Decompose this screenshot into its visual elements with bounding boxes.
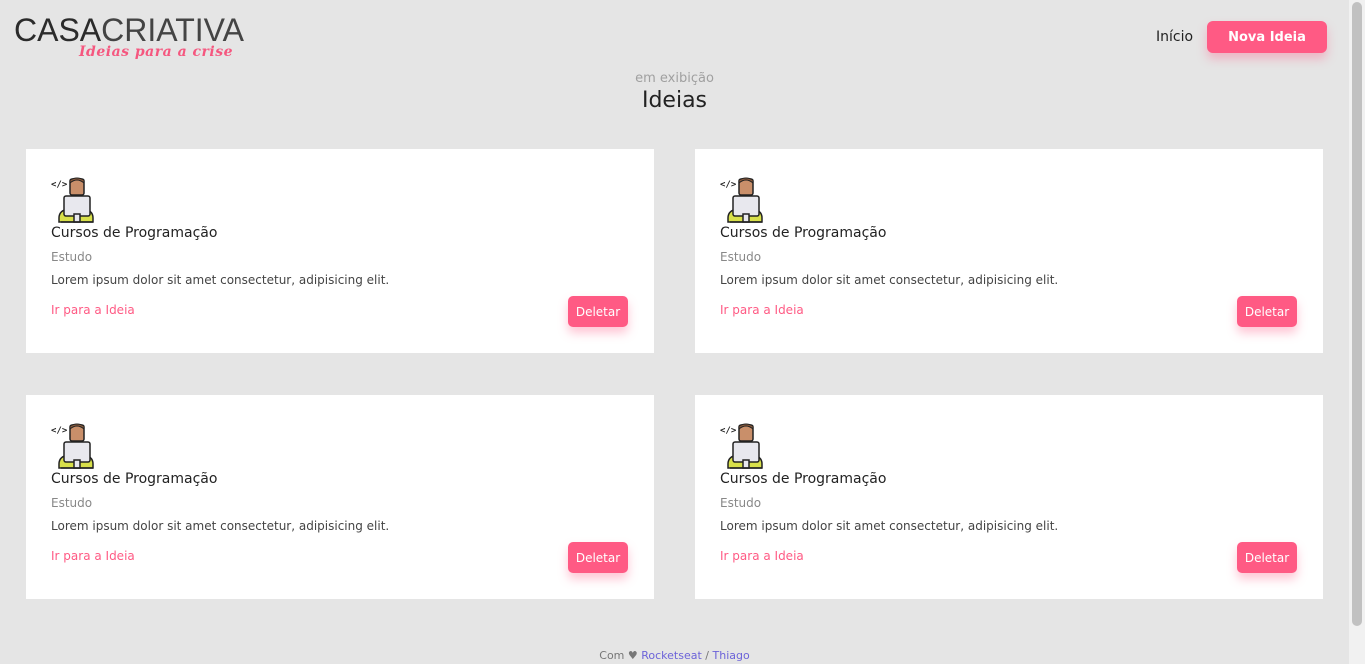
logo[interactable]: CASACRIATIVA Ideias para a crise (14, 12, 254, 62)
idea-description: Lorem ipsum dolor sit amet consectetur, … (720, 273, 1059, 287)
delete-button[interactable]: Deletar (568, 542, 628, 573)
idea-description: Lorem ipsum dolor sit amet consectetur, … (51, 273, 390, 287)
idea-card: </> Cursos de Programação Estudo Lorem i… (26, 149, 654, 353)
delete-button[interactable]: Deletar (568, 296, 628, 327)
logo-wordmark: CASACRIATIVA (14, 12, 244, 48)
idea-title: Cursos de Programação (720, 225, 887, 241)
footer-link-rocketseat[interactable]: Rocketseat (641, 649, 702, 662)
go-to-idea-link[interactable]: Ir para a Ideia (51, 549, 135, 563)
logo-word-criativa: CRIATIVA (101, 12, 244, 48)
idea-card: </> Cursos de Programação Estudo Lorem i… (26, 395, 654, 599)
svg-text:</>: </> (51, 426, 68, 436)
go-to-idea-link[interactable]: Ir para a Ideia (720, 549, 804, 563)
nav-home-link[interactable]: Início (1156, 29, 1193, 45)
section-subtitle: em exibição (635, 71, 714, 86)
programmer-icon: </> (51, 174, 101, 224)
idea-description: Lorem ipsum dolor sit amet consectetur, … (51, 519, 390, 533)
idea-card: </> Cursos de Programação Estudo Lorem i… (695, 395, 1323, 599)
go-to-idea-link[interactable]: Ir para a Ideia (51, 303, 135, 317)
footer-link-thiago[interactable]: Thiago (713, 649, 750, 662)
idea-title: Cursos de Programação (51, 225, 218, 241)
go-to-idea-link[interactable]: Ir para a Ideia (720, 303, 804, 317)
programmer-icon: </> (720, 420, 770, 470)
idea-category: Estudo (720, 250, 762, 264)
programmer-icon: </> (720, 174, 770, 224)
footer-separator: / (705, 649, 710, 662)
idea-title: Cursos de Programação (51, 471, 218, 487)
programmer-icon: </> (51, 420, 101, 470)
idea-card: </> Cursos de Programação Estudo Lorem i… (695, 149, 1323, 353)
page-title: Ideias (641, 88, 708, 113)
idea-category: Estudo (720, 496, 762, 510)
idea-category: Estudo (51, 250, 93, 264)
vertical-scrollbar[interactable] (1349, 0, 1365, 664)
idea-description: Lorem ipsum dolor sit amet consectetur, … (720, 519, 1059, 533)
delete-button[interactable]: Deletar (1237, 542, 1297, 573)
header: CASACRIATIVA Ideias para a crise Início … (0, 0, 1349, 70)
idea-category: Estudo (51, 496, 93, 510)
svg-text:</>: </> (720, 426, 737, 436)
logo-word-casa: CASA (14, 12, 102, 48)
idea-title: Cursos de Programação (720, 471, 887, 487)
svg-text:</>: </> (720, 180, 737, 190)
footer: Com ♥ Rocketseat / Thiago (0, 649, 1349, 662)
scrollbar-thumb[interactable] (1352, 2, 1362, 626)
svg-text:</>: </> (51, 180, 68, 190)
new-idea-button[interactable]: Nova Ideia (1207, 21, 1327, 53)
delete-button[interactable]: Deletar (1237, 296, 1297, 327)
footer-prefix: Com ♥ (599, 649, 638, 662)
logo-tagline: Ideias para a crise (79, 44, 234, 60)
